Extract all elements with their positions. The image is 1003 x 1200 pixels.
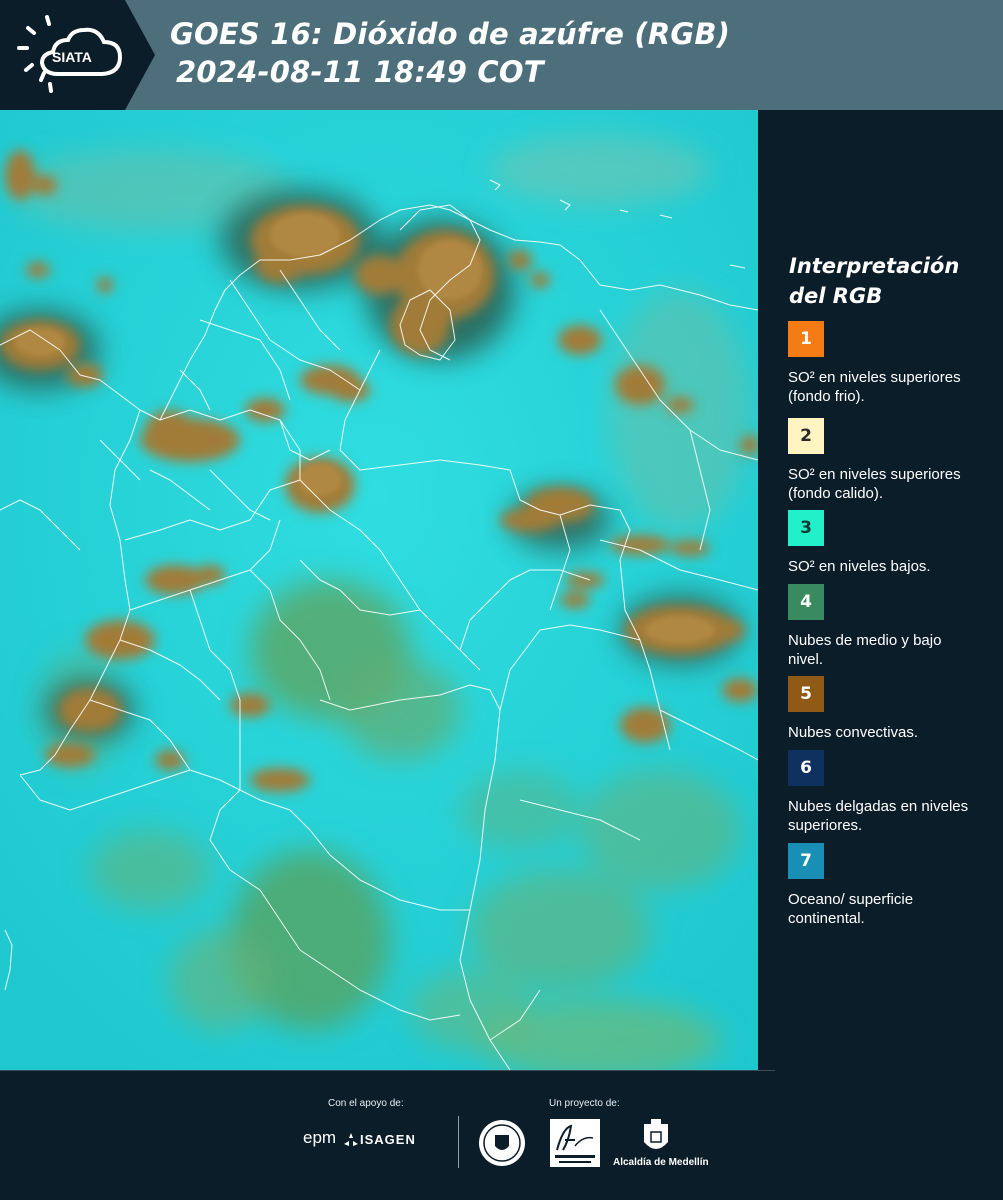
header-bar: SIATA GOES 16: Dióxido de azúfre (RGB) 2… — [0, 0, 1003, 110]
legend-label-3: SO² en niveles bajos. — [788, 558, 931, 575]
legend-item-4: 4 Nubes de medio y bajo nivel. — [788, 584, 988, 669]
legend-swatch-2: 2 — [788, 418, 824, 454]
siata-logo[interactable]: SIATA — [0, 0, 155, 110]
footer-divider-line — [0, 1070, 775, 1071]
footer: Con el apoyo de: Un proyecto de: epm ISA… — [0, 1070, 1003, 1200]
legend-label-7: Oceano/ superficie continental. — [788, 891, 914, 927]
alcaldia-medellin-label: Alcaldía de Medellín — [613, 1157, 709, 1168]
legend-item-5: 5 Nubes convectivas. — [788, 676, 988, 742]
legend-swatch-5: 5 — [788, 676, 824, 712]
legend-swatch-4: 4 — [788, 584, 824, 620]
alcaldia-shield-icon[interactable] — [641, 1118, 671, 1156]
legend-label-5: Nubes convectivas. — [788, 724, 919, 741]
legend-swatch-1: 1 — [788, 321, 824, 357]
legend-item-2: 2 SO² en niveles superiores (fondo calid… — [788, 418, 988, 503]
legend-item-3: 3 SO² en niveles bajos. — [788, 510, 988, 576]
siata-logo-text: SIATA — [52, 49, 92, 65]
area-metropolitana-logo[interactable] — [549, 1118, 601, 1168]
legend-panel: Interpretación del RGB 1 SO² en niveles … — [760, 110, 1003, 1070]
medellin-seal-icon[interactable] — [477, 1118, 527, 1168]
legend-swatch-7: 7 — [788, 843, 824, 879]
isagen-logo[interactable]: ISAGEN — [360, 1132, 416, 1147]
legend-swatch-6: 6 — [788, 750, 824, 786]
support-label: Con el apoyo de: — [328, 1098, 404, 1109]
isagen-symbol-icon — [344, 1133, 358, 1146]
page-title: GOES 16: Dióxido de azúfre (RGB) — [170, 17, 731, 51]
legend-label-2: SO² en niveles superiores (fondo calido)… — [788, 466, 961, 502]
epm-logo[interactable]: epm — [303, 1128, 336, 1148]
legend-swatch-3: 3 — [788, 510, 824, 546]
legend-label-1: SO² en niveles superiores (fondo frio). — [788, 369, 961, 405]
satellite-image — [0, 110, 758, 1070]
legend-title: Interpretación del RGB — [789, 254, 960, 308]
legend-item-1: 1 SO² en niveles superiores (fondo frio)… — [788, 321, 988, 406]
satellite-map[interactable] — [0, 110, 758, 1070]
siata-logo-icon: SIATA — [0, 0, 155, 110]
legend-item-6: 6 Nubes delgadas en niveles superiores. — [788, 750, 988, 835]
legend-item-7: 7 Oceano/ superficie continental. — [788, 843, 988, 928]
image-timestamp: 2024-08-11 18:49 COT — [176, 55, 544, 89]
project-label: Un proyecto de: — [549, 1098, 620, 1109]
footer-logo-divider — [458, 1116, 459, 1168]
legend-label-6: Nubes delgadas en niveles superiores. — [788, 798, 969, 834]
legend-label-4: Nubes de medio y bajo nivel. — [788, 632, 942, 668]
